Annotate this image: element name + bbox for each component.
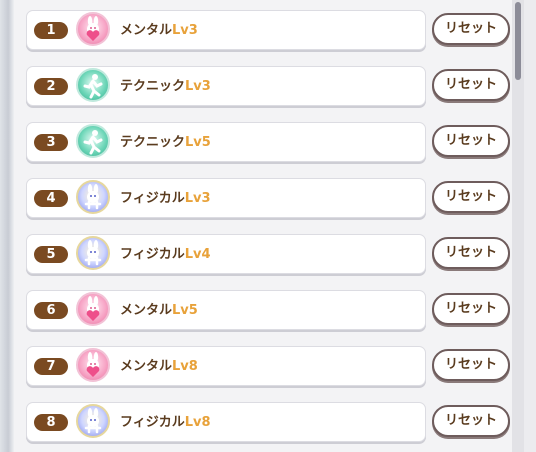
reset-button[interactable]: リセット — [432, 69, 510, 101]
reset-button[interactable]: リセット — [432, 349, 510, 381]
skill-label: テクニックLv3 — [120, 78, 211, 95]
skill-card: 7 メンタルLv8 — [26, 346, 426, 386]
list-item: 2 テクニックLv3 リセット — [26, 56, 526, 106]
reset-button[interactable]: リセット — [432, 181, 510, 213]
skill-label: フィジカルLv8 — [120, 414, 211, 431]
technic-runner-icon — [76, 124, 110, 158]
skill-card: 1 メンタルLv3 — [26, 10, 426, 50]
skill-label: テクニックLv5 — [120, 134, 211, 151]
row-number: 4 — [34, 190, 68, 207]
list-item: 7 メンタルLv8 リセット — [26, 336, 526, 386]
mental-rabbit-heart-icon — [76, 292, 110, 326]
physical-rabbit-icon — [76, 180, 110, 214]
list-item: 6 メンタルLv5 リセット — [26, 280, 526, 330]
skill-label: メンタルLv3 — [120, 22, 198, 39]
skill-level: Lv5 — [172, 303, 198, 318]
mental-rabbit-heart-icon — [76, 348, 110, 382]
scrollbar[interactable] — [512, 0, 524, 452]
list-item: 5 フィジカルLv4 リセット — [26, 224, 526, 274]
skill-level: Lv8 — [184, 415, 211, 430]
row-number: 3 — [34, 134, 68, 151]
skill-name: フィジカル — [120, 247, 185, 262]
row-number: 8 — [34, 414, 68, 431]
skill-label: メンタルLv5 — [120, 302, 198, 319]
list-item: 4 フィジカルLv3 リセット — [26, 168, 526, 218]
skill-name: テクニック — [120, 135, 186, 150]
skill-card: 2 テクニックLv3 — [26, 66, 426, 106]
skill-name: メンタル — [120, 23, 173, 38]
reset-button[interactable]: リセット — [432, 13, 510, 45]
skill-card: 6 メンタルLv5 — [26, 290, 426, 330]
row-number: 6 — [34, 302, 68, 319]
skill-name: メンタル — [120, 359, 173, 374]
skill-card: 5 フィジカルLv4 — [26, 234, 426, 274]
technic-runner-icon — [76, 68, 110, 102]
skill-name: フィジカル — [120, 191, 185, 206]
skill-list-panel: 1 メンタルLv3 リセット 2 テクニックLv3 リセット 3 テクニックLv… — [14, 0, 524, 452]
background-edge — [0, 0, 14, 452]
skill-label: メンタルLv8 — [120, 358, 198, 375]
skill-name: メンタル — [120, 303, 173, 318]
skill-card: 8 フィジカルLv8 — [26, 402, 426, 442]
reset-button[interactable]: リセット — [432, 237, 510, 269]
reset-button[interactable]: リセット — [432, 125, 510, 157]
reset-button[interactable]: リセット — [432, 405, 510, 437]
list-item: 8 フィジカルLv8 リセット — [26, 392, 526, 442]
skill-level: Lv3 — [184, 191, 211, 206]
skill-level: Lv4 — [184, 247, 211, 262]
skill-level: Lv5 — [185, 135, 211, 150]
skill-card: 3 テクニックLv5 — [26, 122, 426, 162]
skill-name: テクニック — [120, 79, 186, 94]
skill-level: Lv8 — [172, 359, 198, 374]
skill-level: Lv3 — [172, 23, 198, 38]
skill-label: フィジカルLv3 — [120, 190, 211, 207]
list-item: 1 メンタルLv3 リセット — [26, 0, 526, 50]
physical-rabbit-icon — [76, 404, 110, 438]
mental-rabbit-heart-icon — [76, 12, 110, 46]
skill-name: フィジカル — [120, 415, 185, 430]
reset-button[interactable]: リセット — [432, 293, 510, 325]
skill-card: 4 フィジカルLv3 — [26, 178, 426, 218]
row-number: 7 — [34, 358, 68, 375]
row-number: 2 — [34, 78, 68, 95]
physical-rabbit-icon — [76, 236, 110, 270]
row-number: 1 — [34, 22, 68, 39]
list-item: 3 テクニックLv5 リセット — [26, 112, 526, 162]
row-number: 5 — [34, 246, 68, 263]
skill-level: Lv3 — [185, 79, 211, 94]
skill-label: フィジカルLv4 — [120, 246, 211, 263]
scrollbar-thumb[interactable] — [515, 2, 521, 80]
